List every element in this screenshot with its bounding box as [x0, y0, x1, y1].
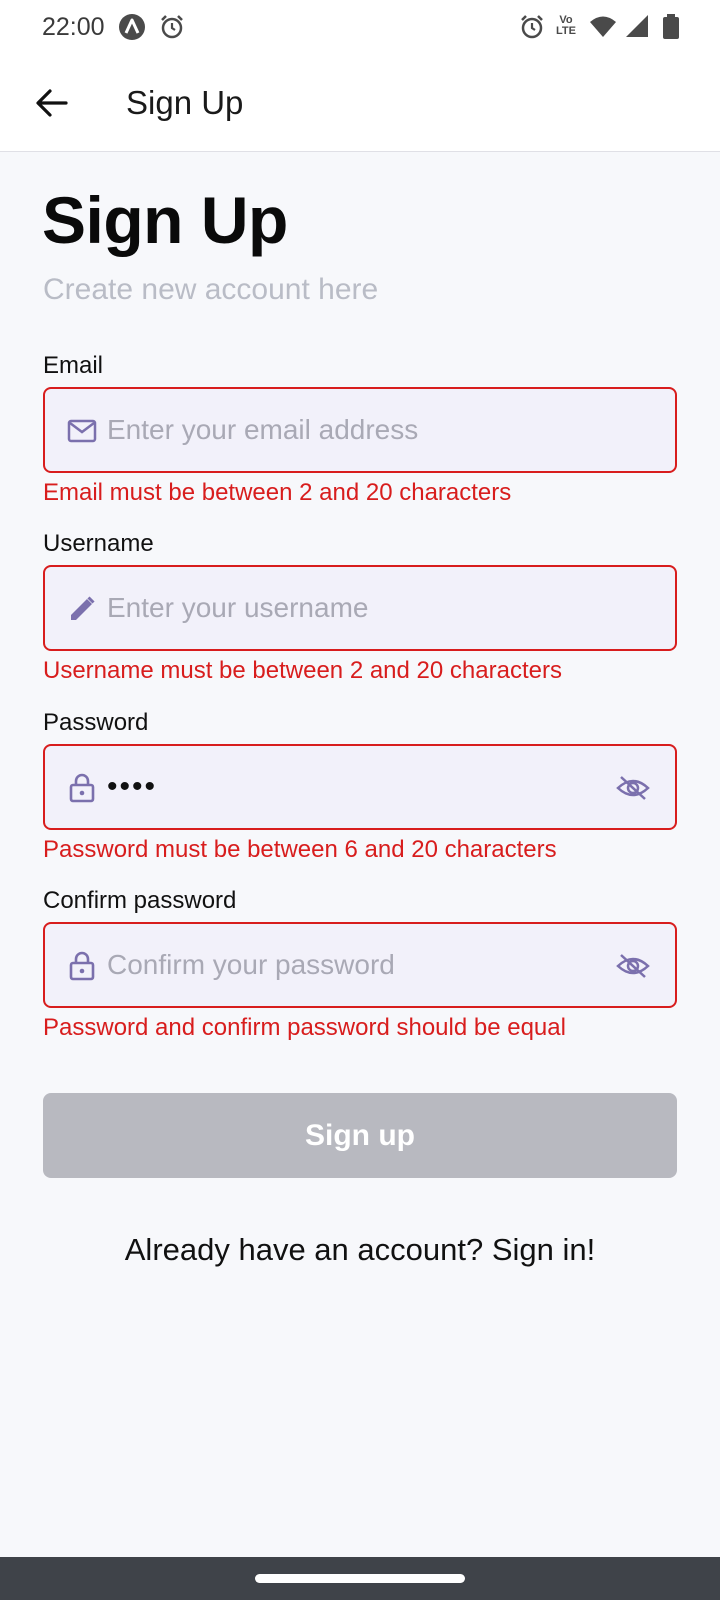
sign-up-button-label: Sign up	[305, 1118, 415, 1152]
password-field[interactable]	[43, 744, 677, 830]
password-input[interactable]	[107, 746, 577, 828]
confirm-password-error: Password and confirm password should be …	[43, 1014, 566, 1041]
username-label: Username	[43, 530, 154, 557]
signal-icon	[624, 13, 650, 46]
arrow-left-icon	[36, 89, 68, 117]
lock-icon	[67, 951, 97, 981]
home-gesture-handle[interactable]	[255, 1574, 465, 1583]
lock-icon	[67, 773, 97, 803]
username-input[interactable]	[107, 567, 577, 649]
app-bar-title: Sign Up	[126, 84, 244, 121]
confirm-password-input[interactable]	[107, 924, 577, 1006]
battery-icon	[662, 13, 680, 46]
email-input[interactable]	[107, 389, 577, 471]
email-field[interactable]	[43, 387, 677, 473]
envelope-icon	[67, 416, 97, 446]
eye-off-icon[interactable]	[615, 770, 651, 806]
confirm-password-field[interactable]	[43, 922, 677, 1008]
status-bar: 22:00 Vo LTE	[0, 0, 720, 56]
confirm-password-label: Confirm password	[43, 887, 237, 914]
username-error: Username must be between 2 and 20 charac…	[43, 657, 562, 684]
page-title: Sign Up	[42, 183, 288, 257]
alarm-icon	[158, 13, 186, 46]
password-label: Password	[43, 709, 149, 736]
back-button[interactable]	[26, 78, 76, 128]
navigation-bar	[0, 1557, 720, 1600]
page-subtitle: Create new account here	[43, 273, 379, 306]
email-error: Email must be between 2 and 20 character…	[43, 479, 512, 506]
pencil-icon	[67, 594, 97, 624]
eye-off-icon[interactable]	[615, 948, 651, 984]
app-a-icon	[118, 13, 146, 46]
app-bar: Sign Up	[0, 56, 720, 152]
status-time: 22:00	[42, 13, 105, 41]
sign-in-link[interactable]: Already have an account? Sign in!	[0, 1232, 720, 1268]
password-error: Password must be between 6 and 20 charac…	[43, 836, 557, 863]
sign-up-button[interactable]: Sign up	[43, 1093, 677, 1178]
alarm-icon	[518, 13, 546, 46]
volte-icon: Vo LTE	[556, 14, 576, 37]
username-field[interactable]	[43, 565, 677, 651]
wifi-icon	[588, 13, 618, 46]
email-label: Email	[43, 352, 104, 379]
